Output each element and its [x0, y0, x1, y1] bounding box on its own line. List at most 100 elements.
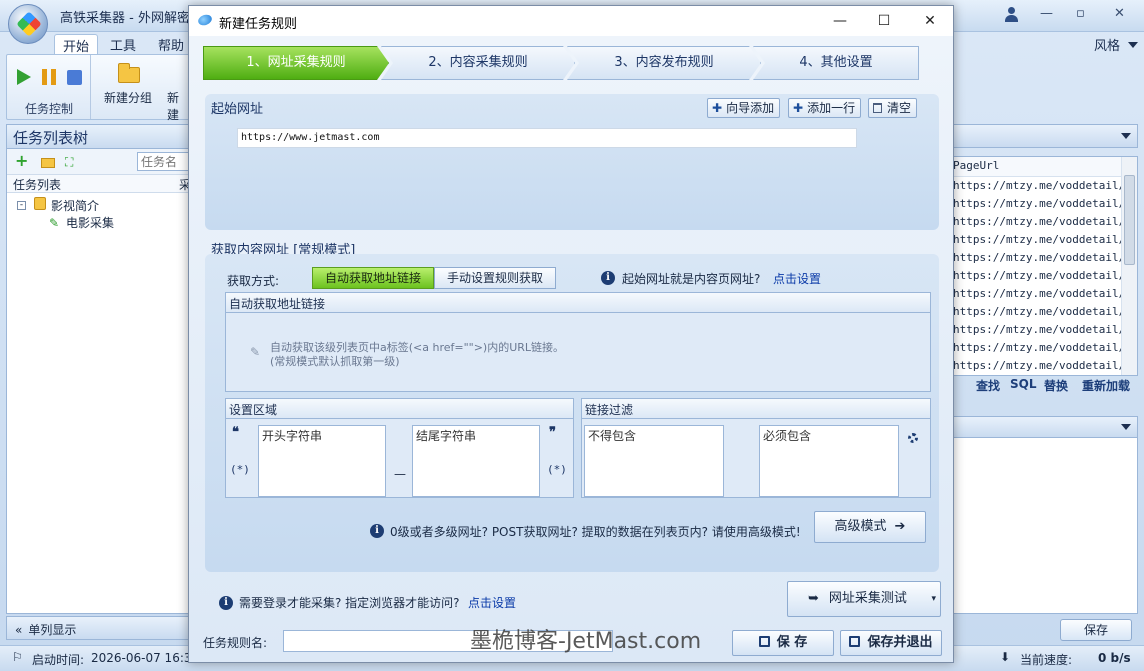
save-icon [849, 636, 861, 647]
grid-row[interactable]: https://mtzy.me/voddetail/36 [953, 249, 1137, 267]
new-group-folder-icon[interactable] [118, 63, 140, 83]
minimize-icon[interactable]: — [825, 10, 855, 32]
advanced-mode-button[interactable]: 高级模式 ➔ [814, 511, 926, 543]
clear-button[interactable]: 清空 [868, 98, 918, 118]
close-quote-icon: ❞ [549, 425, 556, 440]
grid-row[interactable]: https://mtzy.me/voddetail/11 [953, 303, 1137, 321]
pause-icon[interactable] [42, 69, 56, 85]
grid-scrollbar[interactable] [1121, 157, 1137, 375]
step-publish-rules[interactable]: 3、内容发布规则 [567, 46, 761, 80]
clear-label: 清空 [887, 101, 912, 115]
auto-link-panel-title: 自动获取地址链接 [226, 293, 930, 313]
exclude-input[interactable]: 不得包含 [584, 425, 724, 497]
start-wildcard-button[interactable]: (*) [230, 463, 250, 476]
add-row-label: 添加一行 [807, 101, 856, 115]
advanced-hint: 0级或者多级网址? POST获取网址? 提取的数据在列表页内? 请使用高级模式! [390, 525, 801, 539]
new-group-button[interactable]: 新建分组 [104, 89, 152, 106]
single-column-toggle[interactable]: « 单列显示 [6, 616, 190, 640]
restore-icon[interactable]: ▫ [1076, 6, 1085, 21]
start-is-content-link[interactable]: 点击设置 [773, 270, 821, 287]
dialog-logo-icon [196, 12, 214, 28]
grid-row[interactable]: https://mtzy.me/voddetail/58 [953, 357, 1137, 375]
advanced-mode-label: 高级模式 [834, 519, 887, 534]
add-icon[interactable]: + [15, 153, 28, 169]
task-control-label: 任务控制 [24, 102, 73, 116]
dialog-title: 新建任务规则 [219, 17, 298, 32]
expand-icon[interactable]: ⛶ [65, 155, 73, 170]
app-menu-orb[interactable] [8, 4, 48, 44]
wizard-add-label: 向导添加 [726, 101, 775, 115]
login-hint: 需要登录才能采集? 指定浏览器才能访问? [239, 596, 460, 610]
task-search-input[interactable] [137, 152, 189, 171]
chevron-down-icon[interactable] [1128, 42, 1138, 48]
start-is-content-hint: 起始网址就是内容页网址? [622, 272, 761, 286]
auto-link-desc-2: (常规模式默认抓取第一级) [270, 355, 400, 368]
add-row-button[interactable]: ✚ 添加一行 [788, 98, 862, 118]
single-column-label: 单列显示 [28, 623, 77, 637]
right-panel-header [952, 124, 1138, 148]
step-other-settings[interactable]: 4、其他设置 [753, 46, 919, 80]
close-icon[interactable]: ✕ [915, 10, 945, 32]
new-task-button[interactable]: 新建 [167, 89, 189, 123]
ribbon-tab-help[interactable]: 帮助 [150, 34, 192, 54]
grid-row[interactable]: https://mtzy.me/voddetail/58 [953, 339, 1137, 357]
grid-rows: https://mtzy.me/voddetail/11 https://mtzy… [953, 177, 1137, 375]
find-button[interactable]: 查找 [976, 377, 1000, 394]
url-collect-test-button[interactable]: ➥ 网址采集测试 ▾ [787, 581, 941, 617]
paperclip-icon: ✎ [250, 345, 261, 359]
maximize-icon[interactable]: ☐ [869, 10, 899, 32]
task-control-group: 任务控制 [7, 55, 91, 119]
wizard-add-button[interactable]: ✚ 向导添加 [707, 98, 781, 118]
reload-button[interactable]: 重新加载 [1082, 377, 1130, 394]
grid-row[interactable]: https://mtzy.me/voddetail/41 [953, 285, 1137, 303]
minimize-icon[interactable]: — [1040, 6, 1053, 21]
sql-button[interactable]: SQL [1010, 377, 1037, 391]
folder-icon[interactable] [41, 158, 55, 168]
include-input[interactable]: 必须包含 [759, 425, 899, 497]
close-icon[interactable]: ✕ [1114, 6, 1125, 21]
chevron-down-icon[interactable] [1121, 133, 1131, 139]
grid-row[interactable]: https://mtzy.me/voddetail/11 [953, 177, 1137, 195]
task-tree-title: 任务列表树 [7, 125, 189, 149]
dropdown-arrow-icon[interactable]: ▾ [931, 582, 936, 616]
replace-button[interactable]: 替换 [1044, 377, 1068, 394]
end-wildcard-button[interactable]: (*) [547, 463, 567, 476]
play-icon[interactable] [17, 69, 31, 85]
tree-item-task[interactable]: 电影采集 [66, 214, 114, 231]
manual-rule-mode-button[interactable]: 手动设置规则获取 [434, 267, 556, 289]
tree-columns: 任务列表 采 [7, 175, 191, 193]
style-menu[interactable]: 风格 [1094, 35, 1120, 54]
grid-row[interactable]: https://mtzy.me/voddetail/40 [953, 267, 1137, 285]
auto-link-mode-button[interactable]: 自动获取地址链接 [312, 267, 434, 289]
ribbon-tab-tools[interactable]: 工具 [102, 34, 144, 54]
gear-icon[interactable] [908, 433, 918, 443]
start-string-input[interactable]: 开头字符串 [258, 425, 386, 497]
grid-row[interactable]: https://mtzy.me/voddetail/31 [953, 321, 1137, 339]
save-exit-button[interactable]: 保存并退出 [840, 630, 942, 656]
collapse-icon[interactable]: - [17, 201, 26, 210]
grid-row[interactable]: https://mtzy.me/voddetail/35 [953, 231, 1137, 249]
chevron-down-icon[interactable] [1121, 424, 1131, 430]
app-title: 高铁采集器 - 外网解密 [60, 11, 190, 26]
url-collect-test-label: 网址采集测试 [828, 591, 907, 606]
grid-row[interactable]: https://mtzy.me/voddetail/35 [953, 213, 1137, 231]
start-url-title: 起始网址 [211, 102, 264, 117]
right-save-button[interactable]: 保存 [1060, 619, 1132, 641]
grid-header-pageurl[interactable]: PageUrl [953, 157, 1137, 177]
tree-item-folder[interactable]: 影视简介 [51, 197, 99, 214]
column-task-list[interactable]: 任务列表 [13, 176, 61, 193]
app-logo-icon [16, 11, 42, 37]
user-icon[interactable] [1004, 7, 1018, 23]
step-url-rules[interactable]: 1、网址采集规则 [203, 46, 389, 80]
save-button[interactable]: 保 存 [732, 630, 834, 656]
login-settings-link[interactable]: 点击设置 [468, 594, 516, 611]
rule-name-label: 任务规则名: [203, 636, 268, 650]
ribbon-tab-start[interactable]: 开始 [54, 34, 99, 55]
step-content-rules[interactable]: 2、内容采集规则 [381, 46, 575, 80]
stop-icon[interactable] [67, 70, 82, 85]
grid-row[interactable]: https://mtzy.me/voddetail/11 [953, 195, 1137, 213]
start-url-input[interactable]: https://www.jetmast.com [237, 128, 857, 148]
task-icon: ✎ [49, 216, 60, 230]
scroll-thumb[interactable] [1124, 175, 1135, 265]
end-string-input[interactable]: 结尾字符串 [412, 425, 540, 497]
